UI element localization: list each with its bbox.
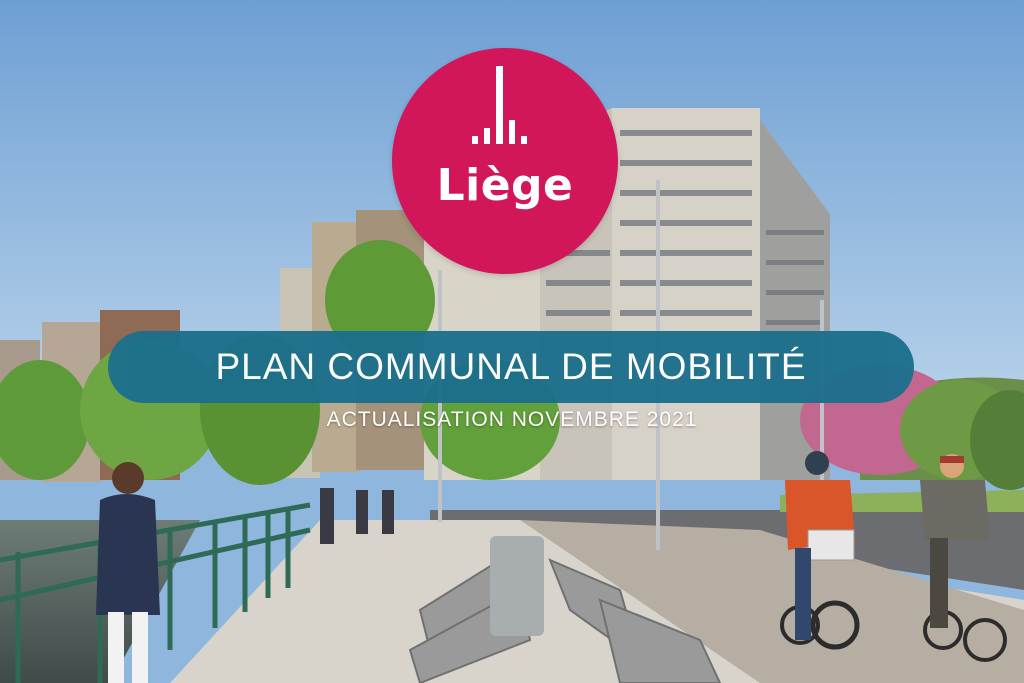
liege-logo: Liège xyxy=(392,48,618,274)
subtitle: ACTUALISATION NOVEMBRE 2021 xyxy=(326,408,698,431)
title-banner: PLAN COMMUNAL DE MOBILITÉ xyxy=(108,331,914,403)
logo-text: Liège xyxy=(436,160,574,211)
bar-signal-mark-icon xyxy=(472,66,527,144)
trash-bin xyxy=(490,536,544,636)
banner-title: PLAN COMMUNAL DE MOBILITÉ xyxy=(215,346,807,387)
